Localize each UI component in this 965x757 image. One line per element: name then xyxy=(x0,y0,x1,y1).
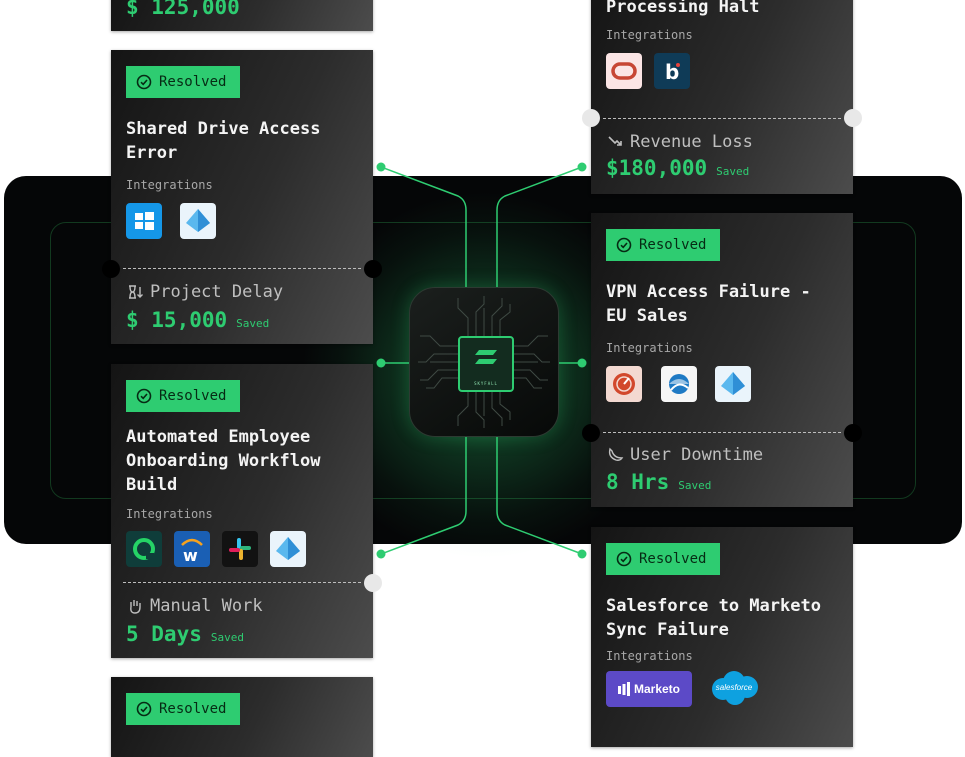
svg-text:w: w xyxy=(183,546,198,565)
card-shared-drive: Resolved Shared Drive Access Error Integ… xyxy=(102,50,382,344)
status-badge: Resolved xyxy=(126,66,240,98)
status-badge: Resolved xyxy=(606,543,720,575)
card-title: Shared Drive Access Error xyxy=(126,119,321,163)
marketo-bars-icon xyxy=(617,682,630,696)
check-circle-icon xyxy=(136,388,152,404)
integrations-label: Integrations xyxy=(126,507,213,521)
integrations-label: Integrations xyxy=(606,28,693,42)
hourglass-icon xyxy=(129,285,143,299)
metric-row: Project Delay xyxy=(126,282,283,302)
card-notch xyxy=(364,260,382,278)
marketo-icon[interactable]: Marketo xyxy=(606,671,692,707)
badge-label: Resolved xyxy=(639,551,707,567)
card-bottom-left: Resolved xyxy=(111,677,373,757)
saved-label: Saved xyxy=(210,631,244,644)
saved-label: Saved xyxy=(678,479,712,492)
card-vpn-access: Resolved VPN Access Failure - EU Sales I… xyxy=(582,213,862,507)
value-row: $180,000 Saved xyxy=(606,156,749,180)
card-divider xyxy=(123,268,361,269)
check-circle-icon xyxy=(616,551,632,567)
value-row: $ 125,000 xyxy=(126,0,240,19)
card-top-left: $ 125,000 xyxy=(111,0,373,31)
card-divider xyxy=(123,582,361,583)
check-circle-icon xyxy=(136,701,152,717)
connector-dot xyxy=(376,358,386,368)
badge-label: Resolved xyxy=(159,388,227,404)
metric-label: Project Delay xyxy=(150,282,284,302)
speedometer-icon[interactable] xyxy=(606,366,642,402)
badge-label: Resolved xyxy=(159,701,227,717)
skyfall-logo-icon xyxy=(475,350,497,364)
card-processing-halt: Processing Halt Integrations b Revenue L… xyxy=(582,0,862,194)
card-title: Salesforce to Marketo Sync Failure xyxy=(606,596,821,640)
card-title: Processing Halt xyxy=(606,0,760,17)
slack-icon[interactable] xyxy=(222,531,258,567)
value-row: 5 Days Saved xyxy=(126,622,244,646)
metric-label: Manual Work xyxy=(150,596,263,616)
card-salesforce-sync: Resolved Salesforce to Marketo Sync Fail… xyxy=(591,527,853,747)
status-badge: Resolved xyxy=(126,380,240,412)
saved-value: $ 15,000 xyxy=(126,308,228,332)
ai-chip: SKYFALL xyxy=(409,287,559,437)
marketo-label: Marketo xyxy=(633,682,680,696)
chip-core: SKYFALL xyxy=(458,336,514,392)
metric-label: User Downtime xyxy=(630,445,764,465)
metric-row: Revenue Loss xyxy=(606,132,753,152)
card-notch xyxy=(582,109,600,127)
metric-label: Revenue Loss xyxy=(630,132,753,152)
integrations-label: Integrations xyxy=(606,341,693,355)
card-divider xyxy=(603,432,841,433)
integrations-label: Integrations xyxy=(606,649,693,663)
workday-icon[interactable]: w xyxy=(174,531,210,567)
moon-zzz-icon xyxy=(608,447,624,461)
azure-ad-icon[interactable] xyxy=(180,203,216,239)
saved-value: 8 Hrs xyxy=(606,470,670,494)
globalprotect-icon[interactable] xyxy=(661,366,697,402)
metric-row: User Downtime xyxy=(606,445,763,465)
azure-ad-icon[interactable] xyxy=(715,366,751,402)
value-row: 8 Hrs Saved xyxy=(606,470,711,494)
salesforce-label: salesforce xyxy=(715,683,753,692)
status-badge: Resolved xyxy=(126,693,240,725)
status-badge: Resolved xyxy=(606,229,720,261)
connector-dot xyxy=(577,549,587,559)
saved-value: 5 Days xyxy=(126,622,202,646)
card-notch xyxy=(582,424,600,442)
saved-value: $180,000 xyxy=(606,156,708,180)
value-row: $ 15,000 Saved xyxy=(126,308,269,332)
card-notch xyxy=(364,574,382,592)
connector-dot xyxy=(376,549,386,559)
connector-dot xyxy=(577,358,587,368)
badge-label: Resolved xyxy=(639,237,707,253)
saved-label: Saved xyxy=(716,165,750,178)
card-onboarding: Resolved Automated Employee Onboarding W… xyxy=(111,364,382,658)
badge-label: Resolved xyxy=(159,74,227,90)
saved-value: $ 125,000 xyxy=(126,0,240,19)
connector-dot xyxy=(577,162,587,172)
lattice-icon[interactable] xyxy=(126,531,162,567)
metric-row: Manual Work xyxy=(126,596,263,616)
check-circle-icon xyxy=(616,237,632,253)
azure-ad-icon[interactable] xyxy=(270,531,306,567)
saved-label: Saved xyxy=(236,317,270,330)
integrations-label: Integrations xyxy=(126,178,213,192)
card-notch xyxy=(844,424,862,442)
card-divider xyxy=(603,118,841,119)
check-circle-icon xyxy=(136,74,152,90)
windows-icon[interactable] xyxy=(126,203,162,239)
card-notch xyxy=(102,260,120,278)
hand-icon xyxy=(130,600,141,614)
connector-dot xyxy=(376,162,386,172)
salesforce-icon[interactable]: salesforce xyxy=(707,669,761,707)
trend-down-icon xyxy=(608,136,622,146)
card-title: VPN Access Failure - EU Sales xyxy=(606,282,811,326)
chip-label: SKYFALL xyxy=(474,381,498,386)
card-title: Automated Employee Onboarding Workflow B… xyxy=(126,427,321,495)
boomi-icon[interactable]: b xyxy=(654,53,690,89)
oracle-icon[interactable] xyxy=(606,53,642,89)
card-notch xyxy=(844,109,862,127)
